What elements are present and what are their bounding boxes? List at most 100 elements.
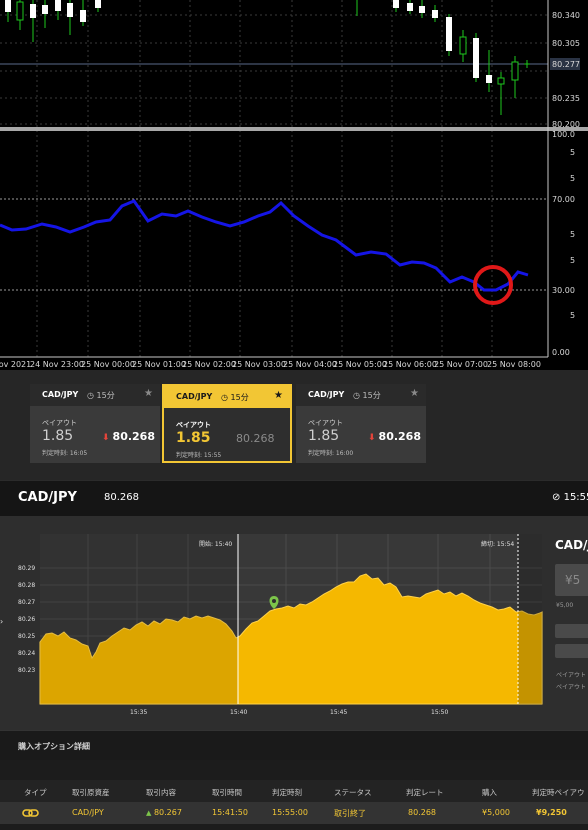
payout-label: ペイアウト [176,421,211,429]
amount-value: ¥5 [565,573,581,587]
amount-field[interactable]: ¥5 [555,564,588,596]
duration-text: 15分 [96,391,115,400]
details-header: 購入オプション詳細 [0,730,588,760]
column-header: 判定時刻 [272,788,302,797]
judge-time: 判定時刻: 15:55 [176,452,222,459]
osc-label: 5 [570,256,575,265]
collapse-arrow-icon[interactable]: › [0,617,3,626]
price-label: 80.235 [552,94,580,103]
y-label: 80.24 [18,650,35,657]
judge-time: 判定時刻: 16:00 [308,450,354,457]
y-label: 80.28 [18,582,35,589]
cell-purchase: ¥5,000 [482,808,510,817]
mt4-chart-svg: 80.340 80.305 80.277 80.235 80.200 100.0… [0,0,588,369]
high-button[interactable] [555,624,588,638]
low-button[interactable] [555,644,588,658]
card-pair: CAD/JPY [176,392,213,401]
content-text: 80.267 [153,808,182,817]
details-spacer [0,760,588,780]
column-header: 取引内容 [146,788,176,797]
option-card-selected[interactable]: CAD/JPY ◷ 15分 ★ ペイアウト 1.85 80.268 判定時刻: … [162,384,292,463]
area-y-scale: 80.29 80.28 80.27 80.26 80.25 80.24 80.2… [18,565,35,674]
time-scale: 24 Nov 2021 24 Nov 23:00 25 Nov 00:00 25… [0,360,541,369]
pre-start-shade [40,534,238,704]
card-header: CAD/JPY ◷ 15分 ★ [30,384,160,406]
side-panel-title: CAD/J [555,538,588,552]
instrument-symbol: CAD/JPY [18,490,77,505]
instrument-price: 80.268 [104,492,139,503]
card-rate: ⬇ 80.268 [102,430,155,443]
instrument-header: CAD/JPY 80.268 ⊘ 15:55 [0,480,588,516]
card-rate: ⬇ 80.268 [368,430,421,443]
time-label: 25 Nov 02:00 [182,360,236,369]
card-duration: ◷ 15分 [87,391,115,400]
card-rate: 80.268 [236,432,275,445]
time-label: 25 Nov 01:00 [132,360,186,369]
rate-text: 80.268 [112,430,155,443]
column-header: 判定時ペイアウ [532,788,585,797]
cell-asset: CAD/JPY [72,808,104,817]
time-label: 25 Nov 04:00 [283,360,337,369]
option-card[interactable]: CAD/JPY ◷ 15分 ★ ペイアウト 1.85 ⬇ 80.268 判定時刻:… [30,384,160,463]
down-arrow-icon: ⬇ [368,433,376,443]
column-header: タイプ [24,788,47,797]
column-header: 取引時間 [212,788,242,797]
y-label: 80.23 [18,667,35,674]
x-label: 15:40 [230,709,247,716]
option-card[interactable]: CAD/JPY ◷ 15分 ★ ペイアウト 1.85 ⬇ 80.268 判定時刻:… [296,384,426,463]
oscillator-line [0,199,529,292]
details-title: 購入オプション詳細 [18,742,90,751]
osc-scale: 100.0 5 5 70.00 5 5 30.00 5 0.00 [552,130,575,357]
payout-label: ペイアウト [42,419,77,427]
card-pair: CAD/JPY [308,390,345,399]
clock-text: 15:55 [563,492,588,503]
card-header: CAD/JPY ◷ 15分 ★ [164,386,290,408]
amount-sub: ¥5,00 [556,602,574,609]
cell-judge-rate: 80.268 [408,808,436,817]
osc-label: 0.00 [552,348,570,357]
card-pair: CAD/JPY [42,390,79,399]
column-header: 購入 [482,788,497,797]
y-label: 80.26 [18,616,35,623]
time-label: 25 Nov 07:00 [434,360,488,369]
star-icon[interactable]: ★ [274,390,283,401]
area-x-scale: 15:35 15:40 15:45 15:50 [130,709,448,716]
duration-text: 15分 [362,391,381,400]
osc-label: 5 [570,174,575,183]
option-cards: CAD/JPY ◷ 15分 ★ ペイアウト 1.85 ⬇ 80.268 判定時刻:… [0,370,588,480]
table-row[interactable]: CAD/JPY ▲ 80.267 15:41:50 15:55:00 取引終了 … [0,802,588,824]
mt4-chart: 80.340 80.305 80.277 80.235 80.200 100.0… [0,0,588,370]
rate-text: 80.268 [378,430,421,443]
time-label: 24 Nov 2021 [0,360,31,369]
details-table-header: タイプ 取引原資産 取引内容 取引時間 判定時刻 ステータス 判定レート 購入 … [0,780,588,802]
duration-text: 15分 [230,393,249,402]
post-close-shade [518,534,542,704]
screen: 80.340 80.305 80.277 80.235 80.200 100.0… [0,0,588,830]
osc-label: 5 [570,311,575,320]
time-label: 25 Nov 03:00 [232,360,286,369]
osc-label: 30.00 [552,286,575,295]
table-footer [0,824,588,830]
x-label: 15:50 [431,709,448,716]
cell-trade-time: 15:41:50 [212,808,248,817]
time-label: 25 Nov 06:00 [383,360,437,369]
column-header: ステータス [334,788,372,797]
price-label: 80.200 [552,120,580,129]
y-label: 80.29 [18,565,35,572]
card-duration: ◷ 15分 [353,391,381,400]
star-icon[interactable]: ★ [144,388,153,399]
star-icon[interactable]: ★ [410,388,419,399]
clock: ⊘ 15:55 [552,492,588,503]
cell-content: ▲ 80.267 [146,808,182,817]
payout-label: ペイアウト [308,419,343,427]
close-label: 締切: 15:54 [481,540,514,548]
x-label: 15:35 [130,709,147,716]
start-label: 開始: 15:40 [199,540,232,548]
up-arrow-icon: ▲ [146,809,152,817]
payout-value: 1.85 [308,428,340,444]
judge-time: 判定時刻: 16:05 [42,450,88,457]
current-price-label: 80.277 [552,60,580,69]
column-header: 取引原資産 [72,788,110,797]
time-label: 24 Nov 23:00 [30,360,84,369]
payout-value: 1.85 [42,428,74,444]
